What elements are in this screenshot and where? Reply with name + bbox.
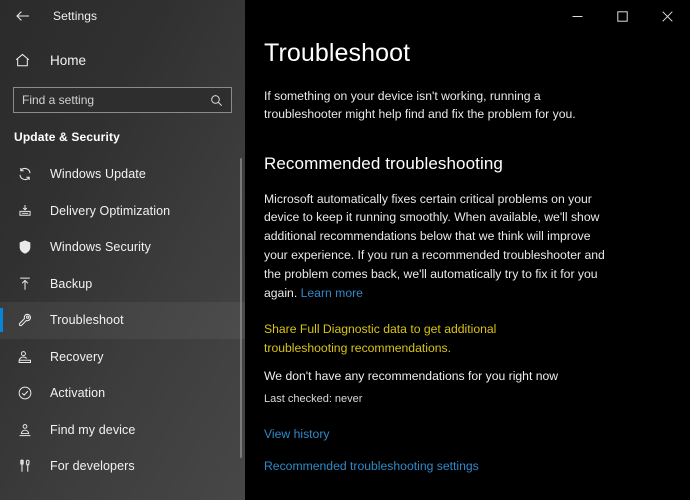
sidebar-item-recovery[interactable]: Recovery <box>0 339 245 376</box>
sidebar-nav-list: Windows Update Delivery Optimization Win… <box>0 156 245 485</box>
sidebar-item-label: Activation <box>50 386 106 401</box>
page-intro: If something on your device isn't workin… <box>264 88 576 122</box>
sync-icon <box>14 163 36 185</box>
recommended-body-text: Microsoft automatically fixes certain cr… <box>264 191 605 300</box>
sidebar-item-label: Find my device <box>50 422 136 437</box>
back-arrow-icon[interactable] <box>8 2 38 30</box>
sidebar-item-label: Troubleshoot <box>50 313 124 328</box>
tools-icon <box>14 455 36 477</box>
recommended-section-title: Recommended troubleshooting <box>264 153 503 173</box>
sidebar-item-backup[interactable]: Backup <box>0 266 245 303</box>
close-button[interactable] <box>645 0 690 32</box>
maximize-button[interactable] <box>600 0 645 32</box>
page-title: Troubleshoot <box>264 39 411 67</box>
search-input[interactable] <box>14 88 210 112</box>
app-title: Settings <box>53 9 98 23</box>
sidebar-item-windows-update[interactable]: Windows Update <box>0 156 245 193</box>
sidebar-item-windows-security[interactable]: Windows Security <box>0 229 245 266</box>
window-controls <box>555 0 690 32</box>
check-circle-icon <box>14 382 36 404</box>
sidebar-item-label: Recovery <box>50 349 104 364</box>
sidebar-item-find-my-device[interactable]: Find my device <box>0 412 245 449</box>
last-checked-text: Last checked: never <box>264 392 363 405</box>
main-content: Troubleshoot If something on your device… <box>245 0 690 500</box>
sidebar-scrollbar[interactable] <box>240 158 242 458</box>
diagnostic-warning: Share Full Diagnostic data to get additi… <box>264 322 497 355</box>
download-box-icon <box>14 200 36 222</box>
search-box[interactable] <box>13 87 232 113</box>
sidebar-item-label: For developers <box>50 459 135 474</box>
learn-more-link[interactable]: Learn more <box>301 286 363 300</box>
sidebar-item-delivery-optimization[interactable]: Delivery Optimization <box>0 193 245 230</box>
sidebar: Settings Home Update & Security <box>0 0 245 500</box>
sidebar-item-home[interactable]: Home <box>0 43 245 77</box>
sidebar-section-title: Update & Security <box>14 130 120 144</box>
shield-icon <box>14 236 36 258</box>
selection-indicator <box>0 308 3 332</box>
wrench-icon <box>14 309 36 331</box>
search-icon[interactable] <box>210 94 231 107</box>
content-scroll-area: Troubleshoot If something on your device… <box>245 0 690 500</box>
home-icon <box>14 52 38 69</box>
view-history-row: View history <box>264 427 690 441</box>
search-wrapper <box>0 77 245 113</box>
recommended-body: Microsoft automatically fixes certain cr… <box>264 190 606 303</box>
sidebar-item-home-label: Home <box>50 52 87 68</box>
upload-arrow-icon <box>14 273 36 295</box>
sidebar-item-label: Backup <box>50 276 93 291</box>
recommended-settings-row: Recommended troubleshooting settings <box>264 459 690 473</box>
sidebar-item-label: Windows Update <box>50 167 146 182</box>
person-pin-icon <box>14 419 36 441</box>
recommended-troubleshooting-settings-link[interactable]: Recommended troubleshooting settings <box>264 459 479 473</box>
minimize-button[interactable] <box>555 0 600 32</box>
recovery-icon <box>14 346 36 368</box>
sidebar-item-for-developers[interactable]: For developers <box>0 448 245 485</box>
sidebar-item-label: Windows Security <box>50 240 151 255</box>
sidebar-item-activation[interactable]: Activation <box>0 375 245 412</box>
no-recommendations-text: We don't have any recommendations for yo… <box>264 368 559 383</box>
view-history-link[interactable]: View history <box>264 427 329 441</box>
sidebar-item-troubleshoot[interactable]: Troubleshoot <box>0 302 245 339</box>
settings-window: Settings Home Update & Security <box>0 0 690 500</box>
sidebar-titlebar: Settings <box>0 0 245 32</box>
sidebar-item-label: Delivery Optimization <box>50 203 171 218</box>
